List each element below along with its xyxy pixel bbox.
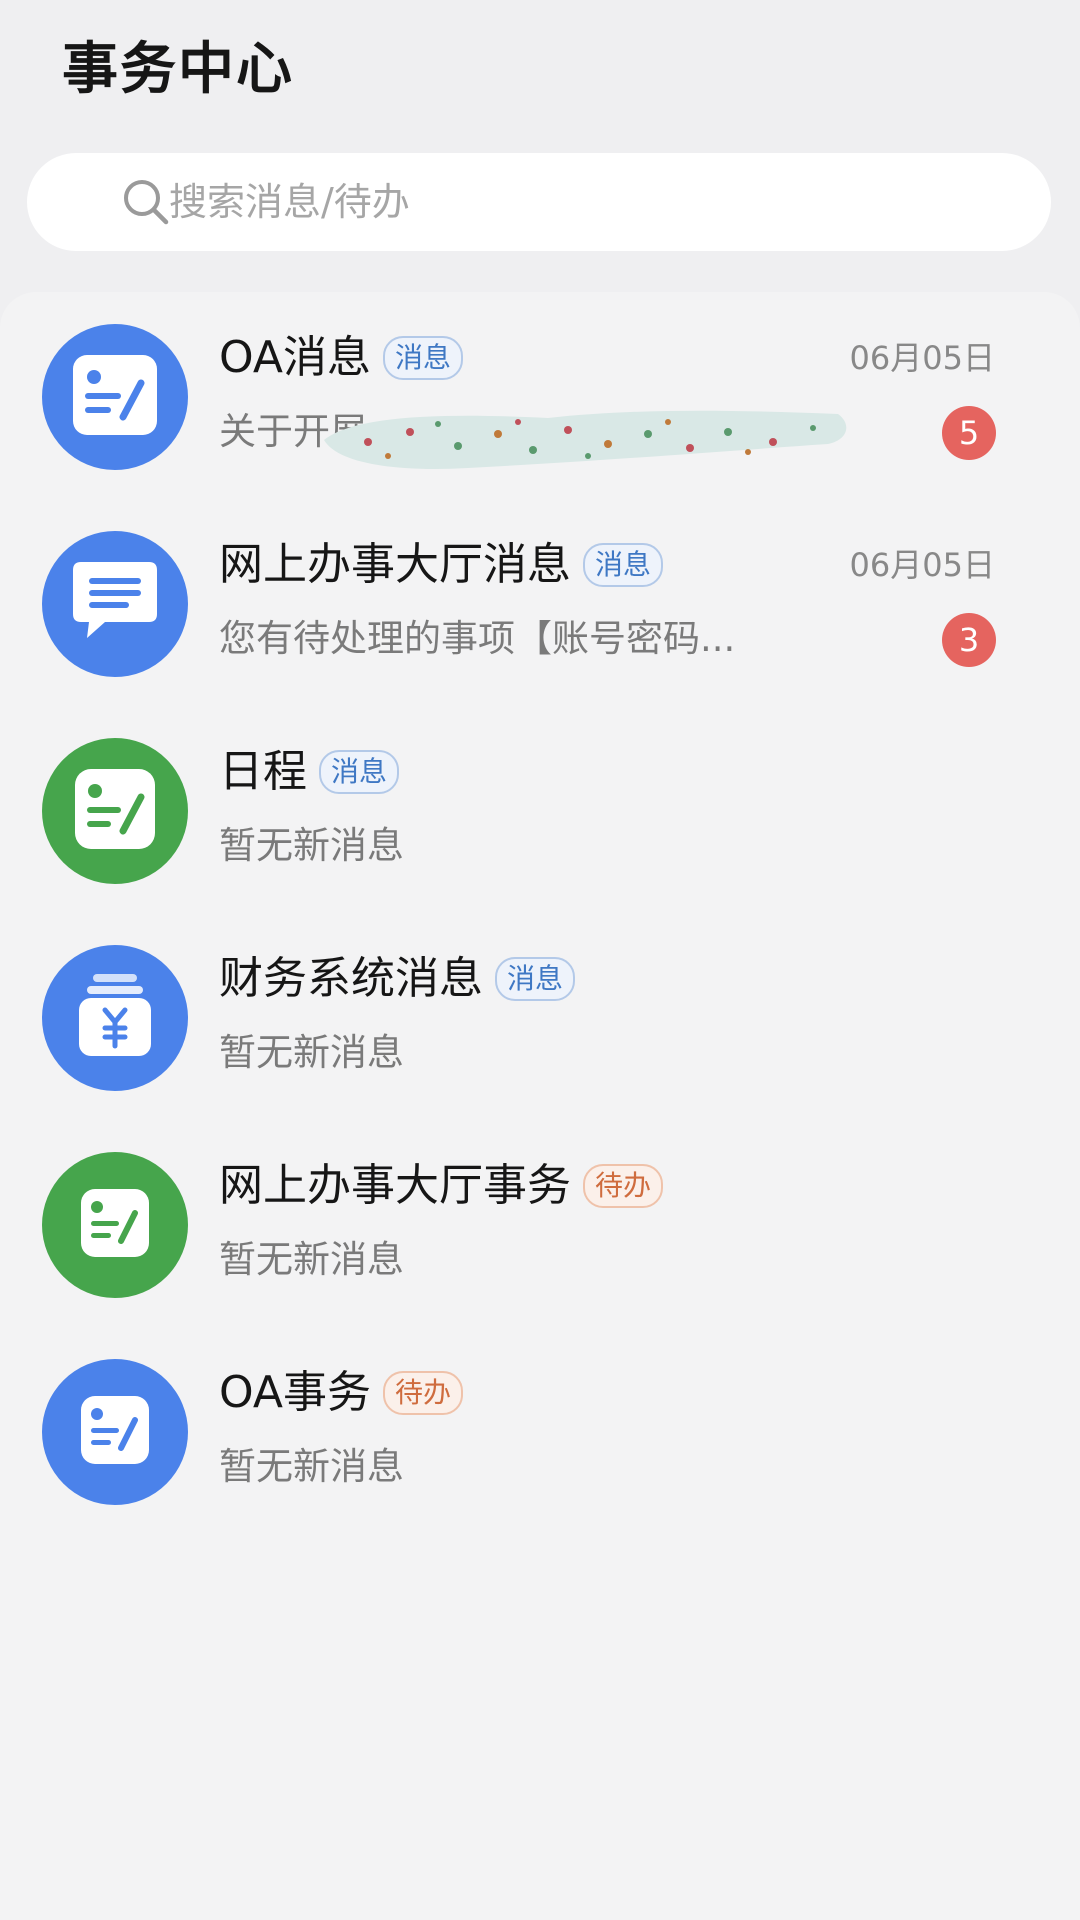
item-title: 财务系统消息 <box>219 953 483 1004</box>
document-edit-icon <box>65 1380 165 1484</box>
search-input[interactable]: 搜索消息/待办 <box>169 175 410 229</box>
page-title: 事务中心 <box>62 37 294 102</box>
chat-bubble-icon <box>65 552 165 656</box>
list-item-finance-message[interactable]: 财务系统消息 消息 暂无新消息 <box>0 913 1080 1120</box>
avatar-finance-message <box>42 945 188 1091</box>
item-title: 网上办事大厅事务 <box>219 1160 571 1211</box>
todo-tag: 待办 <box>583 1164 664 1208</box>
item-subtitle: 暂无新消息 <box>219 1031 404 1074</box>
redaction-mark <box>318 404 852 472</box>
list-item-oa-message[interactable]: OA消息 消息 06月05日 关于开展 5 <box>0 292 1080 499</box>
item-subtitle: 暂无新消息 <box>219 1445 404 1488</box>
search-icon <box>121 177 171 227</box>
item-subtitle: 您有待处理的事项【账号密码... <box>219 617 736 660</box>
avatar-schedule <box>42 738 188 884</box>
avatar-online-hall-task <box>42 1152 188 1298</box>
item-date: 06月05日 <box>849 339 995 377</box>
message-tag: 消息 <box>583 543 664 587</box>
item-subtitle: 暂无新消息 <box>219 1238 404 1281</box>
list-item-online-hall-task[interactable]: 网上办事大厅事务 待办 暂无新消息 <box>0 1120 1080 1327</box>
message-list: OA消息 消息 06月05日 关于开展 5 网上办事大厅消息 消息 06月05日… <box>0 292 1080 1920</box>
item-title: OA消息 <box>219 332 371 383</box>
list-item-schedule[interactable]: 日程 消息 暂无新消息 <box>0 706 1080 913</box>
list-item-online-hall-message[interactable]: 网上办事大厅消息 消息 06月05日 您有待处理的事项【账号密码... 3 <box>0 499 1080 706</box>
search-bar[interactable]: 搜索消息/待办 <box>27 153 1051 251</box>
list-item-oa-task[interactable]: OA事务 待办 暂无新消息 <box>0 1327 1080 1534</box>
unread-badge: 3 <box>942 613 996 667</box>
message-tag: 消息 <box>495 957 576 1001</box>
todo-tag: 待办 <box>382 1371 463 1415</box>
item-title: 日程 <box>219 746 307 797</box>
avatar-oa-message <box>42 324 188 470</box>
item-date: 06月05日 <box>849 546 995 584</box>
document-edit-icon <box>65 1173 165 1277</box>
document-edit-icon <box>65 345 165 449</box>
avatar-online-hall-message <box>42 531 188 677</box>
item-title: OA事务 <box>219 1367 371 1418</box>
document-edit-icon <box>65 759 165 863</box>
item-subtitle: 暂无新消息 <box>219 824 404 867</box>
avatar-oa-task <box>42 1359 188 1505</box>
message-tag: 消息 <box>382 336 463 380</box>
yuan-jar-icon <box>65 966 165 1070</box>
unread-badge: 5 <box>942 406 996 460</box>
message-tag: 消息 <box>319 750 400 794</box>
item-title: 网上办事大厅消息 <box>219 539 571 590</box>
